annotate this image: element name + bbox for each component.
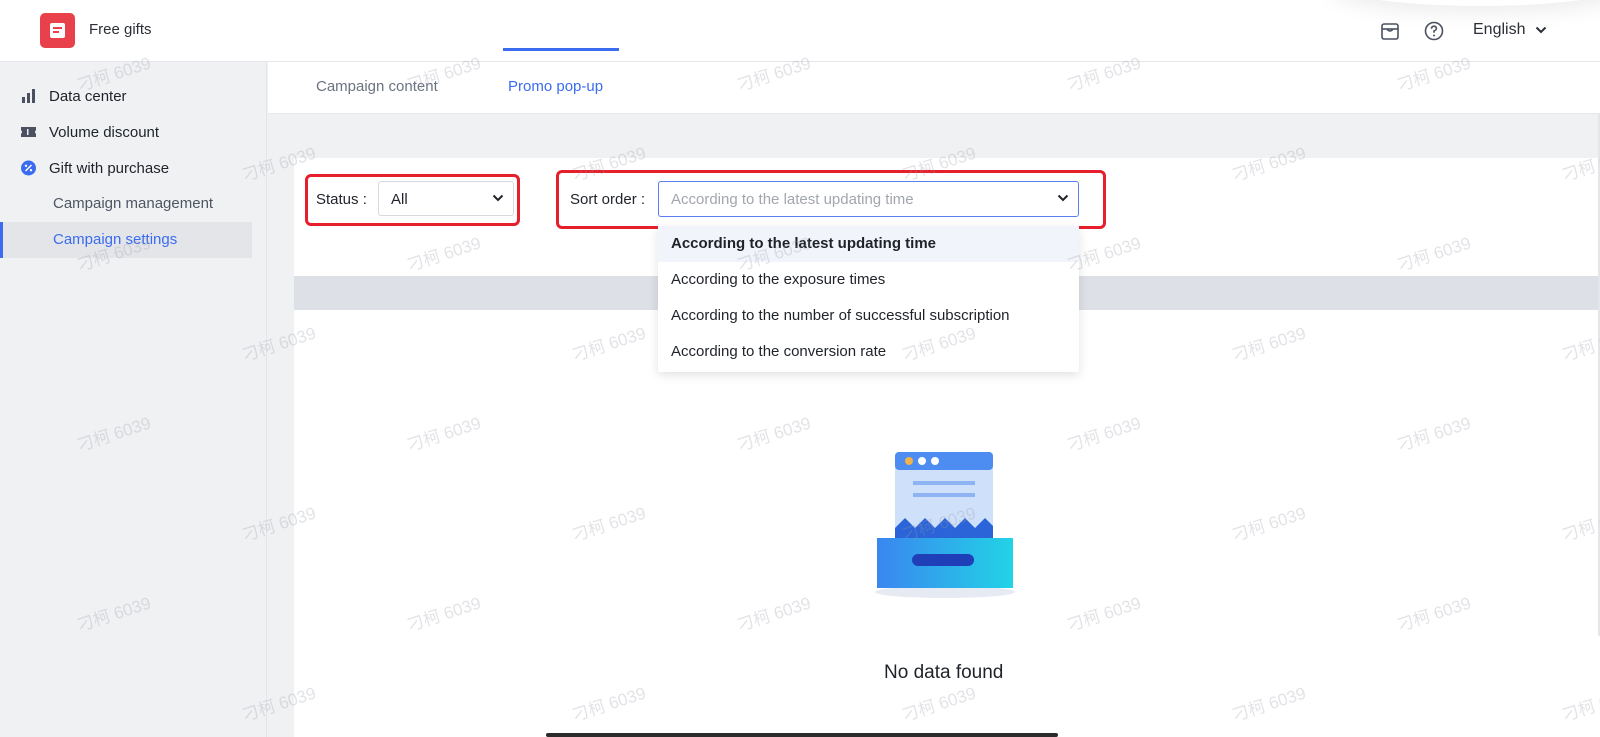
active-indicator: [0, 222, 3, 258]
chevron-down-icon: [492, 194, 504, 202]
sidebar-item-label: Volume discount: [49, 123, 160, 141]
dropdown-option[interactable]: According to the latest updating time: [658, 226, 1079, 262]
status-value: All: [391, 191, 408, 208]
top-header: Free gifts English: [0, 0, 1600, 62]
document-icon: [50, 23, 65, 38]
status-select[interactable]: All: [378, 181, 514, 216]
status-label: Status :: [316, 191, 367, 208]
sidebar-item-campaign-settings[interactable]: Campaign settings: [0, 222, 252, 258]
sidebar: Data center Volume discount Gift with pu…: [0, 62, 267, 737]
store-icon[interactable]: [1379, 20, 1401, 42]
sidebar-item-volume-discount[interactable]: Volume discount: [0, 114, 252, 150]
bar-chart-icon: [22, 89, 35, 103]
sort-order-label: Sort order :: [570, 191, 646, 208]
empty-state-message: No data found: [884, 662, 1004, 683]
dropdown-option[interactable]: According to the conversion rate: [658, 334, 1079, 370]
chevron-down-icon: [1057, 194, 1069, 202]
sort-order-placeholder: According to the latest updating time: [671, 191, 914, 208]
dropdown-option[interactable]: According to the number of successful su…: [658, 298, 1079, 334]
dropdown-option[interactable]: According to the exposure times: [658, 262, 1079, 298]
dropdown-option-label: According to the latest updating time: [671, 235, 937, 252]
tab-campaign-content[interactable]: Campaign content: [316, 78, 438, 95]
ticket-icon: [21, 127, 36, 137]
sort-order-dropdown: According to the latest updating time Ac…: [658, 226, 1079, 372]
percent-badge-icon: [21, 160, 36, 176]
tab-bar: Campaign content Promo pop-up: [268, 62, 1600, 114]
sidebar-item-data-center[interactable]: Data center: [0, 78, 252, 114]
sidebar-item-gift-with-purchase[interactable]: Gift with purchase: [0, 150, 252, 186]
language-selector[interactable]: English: [1473, 21, 1547, 39]
sidebar-item-label: Gift with purchase: [49, 159, 170, 177]
sort-order-select[interactable]: According to the latest updating time: [658, 181, 1079, 217]
active-tab-indicator: [503, 48, 619, 51]
app-logo: [40, 13, 75, 48]
sidebar-item-label: Campaign settings: [53, 231, 178, 248]
chevron-down-icon: [1536, 26, 1547, 34]
tab-promo-pop-up[interactable]: Promo pop-up: [508, 78, 603, 95]
bottom-scroll-bar: [546, 733, 1058, 737]
sidebar-item-campaign-management[interactable]: Campaign management: [0, 186, 252, 222]
empty-box-illustration: [875, 452, 1015, 598]
dropdown-option-label: According to the conversion rate: [671, 343, 887, 360]
dropdown-option-label: According to the number of successful su…: [671, 307, 1010, 324]
language-label: English: [1473, 21, 1526, 38]
sidebar-item-label: Campaign management: [53, 195, 214, 212]
dropdown-option-label: According to the exposure times: [671, 271, 886, 288]
sidebar-item-label: Data center: [49, 87, 127, 105]
help-icon[interactable]: [1423, 20, 1445, 42]
app-title: Free gifts: [89, 21, 152, 38]
